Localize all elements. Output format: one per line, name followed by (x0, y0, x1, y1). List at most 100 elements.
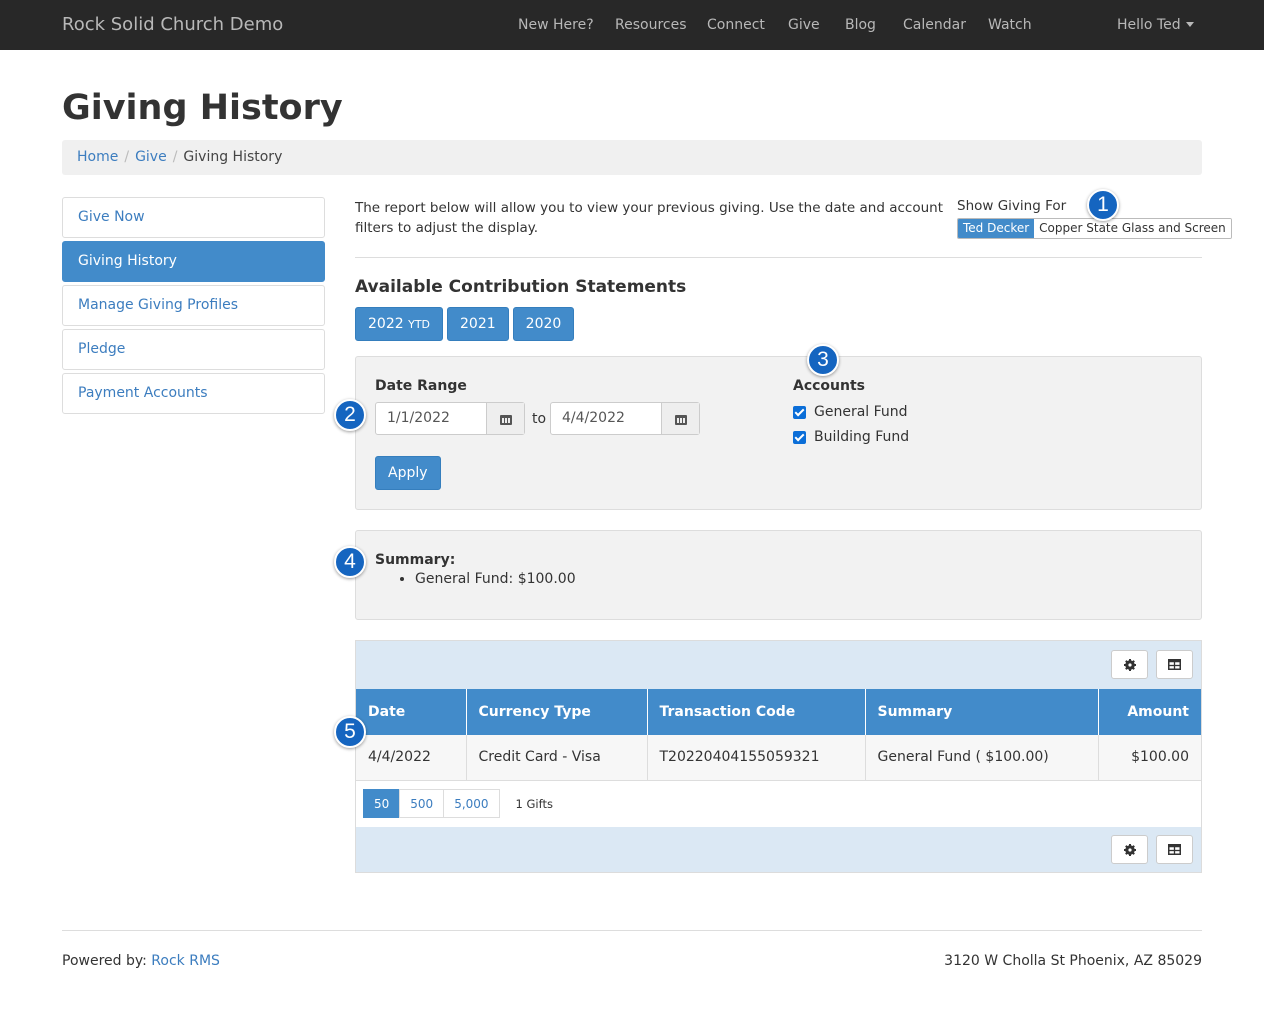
giving-for-toggle: Ted Decker Copper State Glass and Screen (957, 218, 1232, 239)
account-label: Building Fund (814, 429, 910, 445)
site-brand[interactable]: Rock Solid Church Demo (62, 14, 283, 35)
column-header-amount[interactable]: Amount (1098, 689, 1201, 735)
breadcrumb-give[interactable]: Give (135, 149, 167, 165)
column-header-date[interactable]: Date (356, 689, 467, 735)
pager: 50 500 5,000 1 Gifts (363, 789, 553, 818)
table-icon (1168, 844, 1181, 855)
grid-actions-bottom (356, 827, 1201, 872)
footer-address: 3120 W Cholla St Phoenix, AZ 85029 (944, 953, 1202, 969)
statement-button-2021[interactable]: 2021 (447, 307, 509, 341)
callout-badge-2: 2 (334, 399, 366, 431)
nav-blog[interactable]: Blog (845, 17, 876, 33)
grid-export-button[interactable] (1156, 650, 1193, 679)
start-date-picker[interactable]: 1/1/2022 (375, 402, 525, 435)
date-range-label: Date Range (375, 378, 467, 394)
transactions-grid: Date Currency Type Transaction Code Summ… (355, 640, 1202, 873)
statement-suffix: YTD (408, 318, 431, 331)
table-row[interactable]: 4/4/2022 Credit Card - Visa T20220404155… (356, 735, 1201, 781)
transactions-table: Date Currency Type Transaction Code Summ… (356, 689, 1201, 781)
page-size-500[interactable]: 500 (399, 789, 445, 818)
sidebar-item-pledge[interactable]: Pledge (62, 329, 325, 370)
gift-count: 1 Gifts (515, 796, 553, 811)
end-date-input[interactable]: 4/4/2022 (551, 403, 662, 434)
show-giving-for-label: Show Giving For (957, 198, 1067, 214)
statement-button-2022[interactable]: 2022 YTD (355, 307, 444, 341)
top-navbar: Rock Solid Church Demo New Here? Resourc… (0, 0, 1264, 50)
giving-for-option-person[interactable]: Ted Decker (958, 219, 1035, 238)
filter-panel: Date Range 1/1/2022 to 4/4/2022 Apply Ac… (355, 356, 1202, 510)
account-checkbox-building-fund[interactable]: Building Fund (793, 429, 909, 445)
footer-powered-by: Powered by: Rock RMS (62, 953, 220, 969)
statements-heading: Available Contribution Statements (355, 277, 687, 297)
account-checkbox-general-fund[interactable]: General Fund (793, 404, 908, 420)
gear-icon (1123, 843, 1136, 856)
statement-year: 2021 (460, 316, 496, 332)
sidebar-item-manage-giving-profiles[interactable]: Manage Giving Profiles (62, 285, 325, 326)
page-size-5000[interactable]: 5,000 (443, 789, 500, 818)
divider (355, 257, 1202, 258)
statement-year: 2020 (525, 316, 562, 332)
caret-down-icon (1185, 22, 1194, 27)
statement-year: 2022 (368, 316, 404, 332)
footer-divider (62, 930, 1202, 931)
sidebar-nav: Give Now Giving History Manage Giving Pr… (62, 197, 325, 417)
callout-badge-4: 4 (334, 546, 366, 578)
page-size-50[interactable]: 50 (363, 789, 401, 818)
breadcrumb-separator: / (124, 149, 130, 165)
nav-give[interactable]: Give (788, 17, 820, 33)
breadcrumb-separator: / (172, 149, 178, 165)
calendar-button[interactable] (662, 403, 699, 434)
statement-button-2020[interactable]: 2020 (512, 307, 575, 341)
grid-settings-button[interactable] (1111, 835, 1148, 864)
callout-badge-1: 1 (1087, 189, 1119, 221)
sidebar-item-giving-history[interactable]: Giving History (62, 241, 325, 282)
statement-buttons: 2022 YTD 2021 2020 (355, 307, 575, 341)
cell-date: 4/4/2022 (356, 735, 467, 781)
grid-settings-button[interactable] (1111, 650, 1148, 679)
nav-connect[interactable]: Connect (707, 17, 765, 33)
cell-summary: General Fund ( $100.00) (865, 735, 1099, 781)
nav-new-here[interactable]: New Here? (518, 17, 594, 33)
breadcrumb: Home / Give / Giving History (62, 140, 1202, 175)
nav-watch[interactable]: Watch (988, 17, 1032, 33)
start-date-input[interactable]: 1/1/2022 (376, 403, 487, 434)
user-menu-label: Hello Ted (1117, 17, 1181, 33)
rock-rms-link[interactable]: Rock RMS (151, 953, 220, 969)
grid-export-button[interactable] (1156, 835, 1193, 864)
calendar-icon (674, 413, 687, 425)
date-range-to-label: to (532, 411, 547, 427)
column-header-summary[interactable]: Summary (865, 689, 1099, 735)
calendar-icon (499, 413, 512, 425)
sidebar-item-payment-accounts[interactable]: Payment Accounts (62, 373, 325, 414)
grid-actions-top (356, 641, 1201, 689)
giving-for-option-business[interactable]: Copper State Glass and Screen (1034, 219, 1231, 238)
gear-icon (1123, 658, 1136, 671)
accounts-label: Accounts (793, 378, 866, 394)
intro-text: The report below will allow you to view … (355, 200, 943, 236)
cell-amount: $100.00 (1098, 735, 1201, 781)
callout-badge-3: 3 (807, 344, 839, 376)
summary-list: General Fund: $100.00 (415, 571, 576, 587)
user-menu[interactable]: Hello Ted (1117, 17, 1194, 33)
apply-button[interactable]: Apply (375, 456, 441, 490)
end-date-picker[interactable]: 4/4/2022 (550, 402, 700, 435)
nav-resources[interactable]: Resources (615, 17, 687, 33)
calendar-button[interactable] (487, 403, 524, 434)
summary-item: General Fund: $100.00 (415, 571, 576, 587)
column-header-transaction-code[interactable]: Transaction Code (647, 689, 866, 735)
callout-badge-5: 5 (334, 716, 366, 748)
checkbox-checked-icon[interactable] (793, 430, 806, 444)
summary-title: Summary: (375, 552, 456, 568)
breadcrumb-home[interactable]: Home (77, 149, 118, 165)
sidebar-item-give-now[interactable]: Give Now (62, 197, 325, 238)
breadcrumb-current: Giving History (183, 149, 283, 165)
checkbox-checked-icon[interactable] (793, 405, 806, 419)
cell-currency-type: Credit Card - Visa (466, 735, 648, 781)
page-title: Giving History (62, 88, 343, 128)
column-header-currency-type[interactable]: Currency Type (466, 689, 648, 735)
summary-panel: Summary: General Fund: $100.00 (355, 530, 1202, 620)
table-icon (1168, 659, 1181, 670)
nav-calendar[interactable]: Calendar (903, 17, 966, 33)
powered-by-label: Powered by: (62, 953, 147, 969)
cell-transaction-code: T20220404155059321 (647, 735, 866, 781)
